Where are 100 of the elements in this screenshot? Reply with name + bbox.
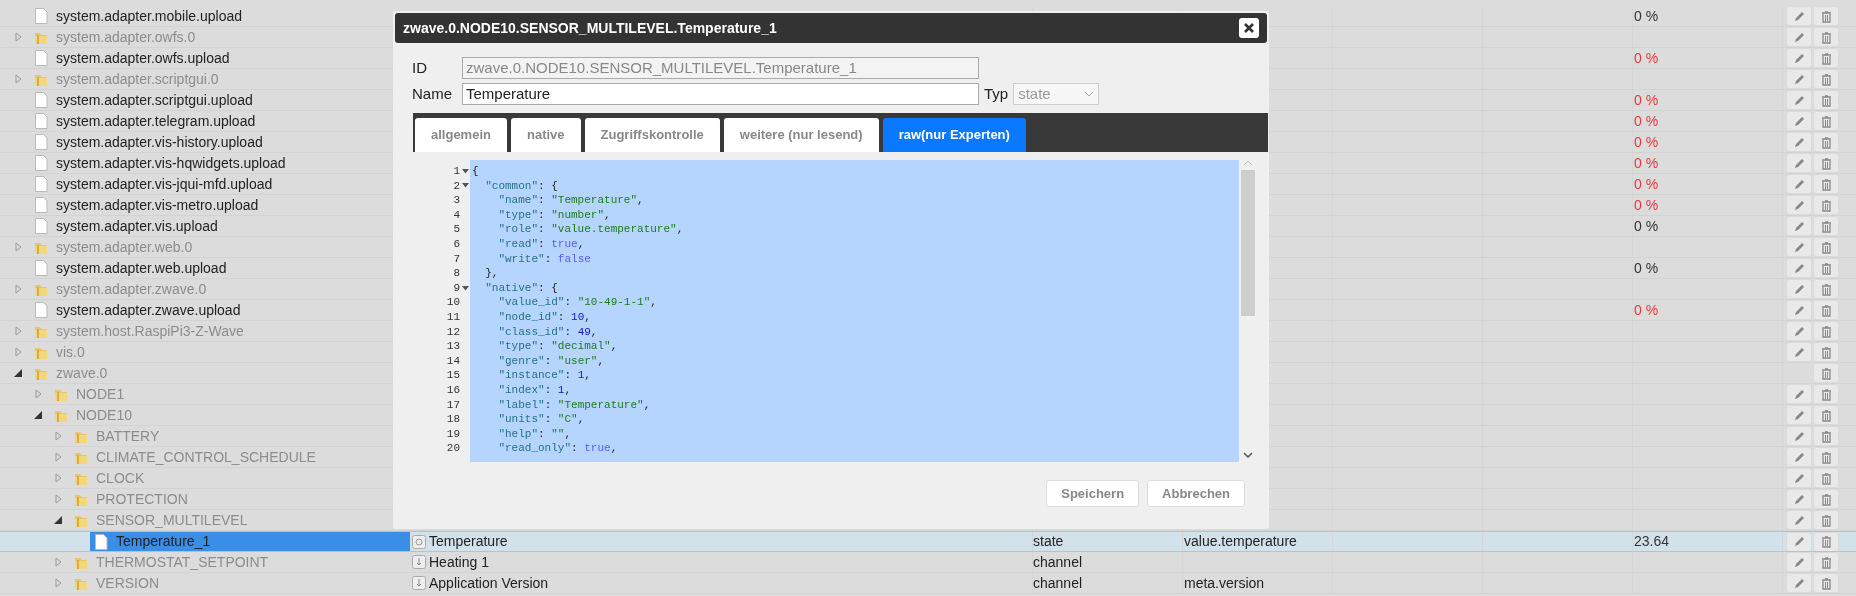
- tab[interactable]: Zugriffskontrolle: [584, 118, 720, 152]
- tab[interactable]: allgemein: [415, 118, 507, 152]
- expand-icon[interactable]: [54, 557, 63, 567]
- edit-button[interactable]: [1786, 195, 1812, 215]
- edit-button[interactable]: [1786, 426, 1812, 446]
- edit-button[interactable]: [1786, 447, 1812, 467]
- edit-button[interactable]: [1786, 27, 1812, 47]
- edit-button[interactable]: [1786, 90, 1812, 110]
- tree-label[interactable]: system.adapter.zwave.0: [52, 279, 211, 299]
- delete-button[interactable]: [1813, 447, 1839, 467]
- tree-label[interactable]: NODE1: [72, 384, 129, 404]
- tree-label[interactable]: system.adapter.mobile.upload: [52, 6, 246, 26]
- tree-label[interactable]: NODE10: [72, 405, 137, 425]
- edit-button[interactable]: [1786, 532, 1812, 551]
- delete-button[interactable]: [1813, 69, 1839, 89]
- dialog-button[interactable]: Abbrechen: [1147, 480, 1245, 507]
- edit-button[interactable]: [1786, 342, 1812, 362]
- delete-button[interactable]: [1813, 468, 1839, 488]
- expand-icon[interactable]: [54, 473, 63, 483]
- delete-button[interactable]: [1813, 237, 1839, 257]
- edit-button[interactable]: [1786, 258, 1812, 278]
- tree-label[interactable]: system.adapter.vis-metro.upload: [52, 195, 263, 215]
- tree-row[interactable]: THERMOSTAT_SETPOINT Heating 1 channel: [0, 552, 1856, 573]
- delete-button[interactable]: [1813, 258, 1839, 278]
- tree-label[interactable]: system.adapter.zwave.upload: [52, 300, 245, 320]
- delete-button[interactable]: [1813, 363, 1839, 383]
- delete-button[interactable]: [1813, 216, 1839, 236]
- tree-label[interactable]: system.host.RaspiPi3-Z-Wave: [52, 321, 248, 341]
- expand-icon[interactable]: [34, 389, 43, 399]
- type-select[interactable]: state: [1013, 83, 1100, 105]
- scrollbar-thumb[interactable]: [1241, 170, 1255, 316]
- edit-button[interactable]: [1786, 132, 1812, 152]
- delete-button[interactable]: [1813, 195, 1839, 215]
- delete-button[interactable]: [1813, 342, 1839, 362]
- delete-button[interactable]: [1813, 6, 1839, 26]
- tab[interactable]: raw(nur Experten): [882, 118, 1026, 152]
- delete-button[interactable]: [1813, 552, 1839, 572]
- tab[interactable]: weitere (nur lesend): [723, 118, 879, 152]
- edit-button[interactable]: [1786, 552, 1812, 572]
- edit-button[interactable]: [1786, 489, 1812, 509]
- tree-label[interactable]: PROTECTION: [92, 489, 192, 509]
- edit-button[interactable]: [1786, 216, 1812, 236]
- close-button[interactable]: [1239, 18, 1259, 38]
- dialog-button[interactable]: Speichern: [1046, 480, 1140, 507]
- scroll-up-icon[interactable]: [1243, 160, 1253, 166]
- edit-button[interactable]: [1786, 111, 1812, 131]
- delete-button[interactable]: [1813, 153, 1839, 173]
- delete-button[interactable]: [1813, 532, 1839, 551]
- tree-label[interactable]: VERSION: [92, 573, 163, 593]
- delete-button[interactable]: [1813, 48, 1839, 68]
- expand-icon[interactable]: [54, 494, 63, 504]
- edit-button[interactable]: [1786, 69, 1812, 89]
- edit-button[interactable]: [1786, 573, 1812, 593]
- delete-button[interactable]: [1813, 111, 1839, 131]
- tree-label[interactable]: system.adapter.scriptgui.upload: [52, 90, 257, 110]
- tree-label[interactable]: THERMOSTAT_SETPOINT: [92, 552, 273, 572]
- tree-row[interactable]: VERSION Application Version channel meta.version: [0, 573, 1856, 594]
- delete-button[interactable]: [1813, 384, 1839, 404]
- tree-label[interactable]: system.adapter.telegram.upload: [52, 111, 260, 131]
- expand-icon[interactable]: [14, 326, 23, 336]
- tab[interactable]: native: [510, 118, 581, 152]
- tree-label[interactable]: vis.0: [52, 342, 89, 362]
- tree-label[interactable]: CLOCK: [92, 468, 149, 488]
- tree-label[interactable]: system.adapter.vis-history.upload: [52, 132, 267, 152]
- tree-label[interactable]: CLIMATE_CONTROL_SCHEDULE: [92, 447, 320, 467]
- delete-button[interactable]: [1813, 510, 1839, 530]
- collapse-icon[interactable]: [14, 368, 23, 378]
- expand-icon[interactable]: [54, 431, 63, 441]
- expand-icon[interactable]: [14, 74, 23, 84]
- collapse-icon[interactable]: [54, 515, 63, 525]
- delete-button[interactable]: [1813, 426, 1839, 446]
- edit-button[interactable]: [1786, 300, 1812, 320]
- collapse-icon[interactable]: [34, 410, 43, 420]
- delete-button[interactable]: [1813, 90, 1839, 110]
- edit-button[interactable]: [1786, 468, 1812, 488]
- delete-button[interactable]: [1813, 489, 1839, 509]
- delete-button[interactable]: [1813, 174, 1839, 194]
- expand-icon[interactable]: [14, 347, 23, 357]
- delete-button[interactable]: [1813, 300, 1839, 320]
- edit-button[interactable]: [1786, 48, 1812, 68]
- edit-button[interactable]: [1786, 237, 1812, 257]
- expand-icon[interactable]: [54, 452, 63, 462]
- delete-button[interactable]: [1813, 573, 1839, 593]
- expand-icon[interactable]: [14, 32, 23, 42]
- edit-button[interactable]: [1786, 279, 1812, 299]
- edit-button[interactable]: [1786, 6, 1812, 26]
- tree-label[interactable]: SENSOR_MULTILEVEL: [92, 510, 252, 530]
- edit-button[interactable]: [1786, 174, 1812, 194]
- tree-label[interactable]: system.adapter.scriptgui.0: [52, 69, 223, 89]
- tree-label[interactable]: system.adapter.owfs.0: [52, 27, 200, 47]
- delete-button[interactable]: [1813, 132, 1839, 152]
- tree-label[interactable]: BATTERY: [92, 426, 164, 446]
- delete-button[interactable]: [1813, 279, 1839, 299]
- tree-label[interactable]: system.adapter.vis-jqui-mfd.upload: [52, 174, 277, 194]
- tree-label[interactable]: system.adapter.web.upload: [52, 258, 231, 278]
- delete-button[interactable]: [1813, 321, 1839, 341]
- tree-label[interactable]: system.adapter.web.0: [52, 237, 197, 257]
- expand-icon[interactable]: [54, 578, 63, 588]
- edit-button[interactable]: [1786, 153, 1812, 173]
- edit-button[interactable]: [1786, 384, 1812, 404]
